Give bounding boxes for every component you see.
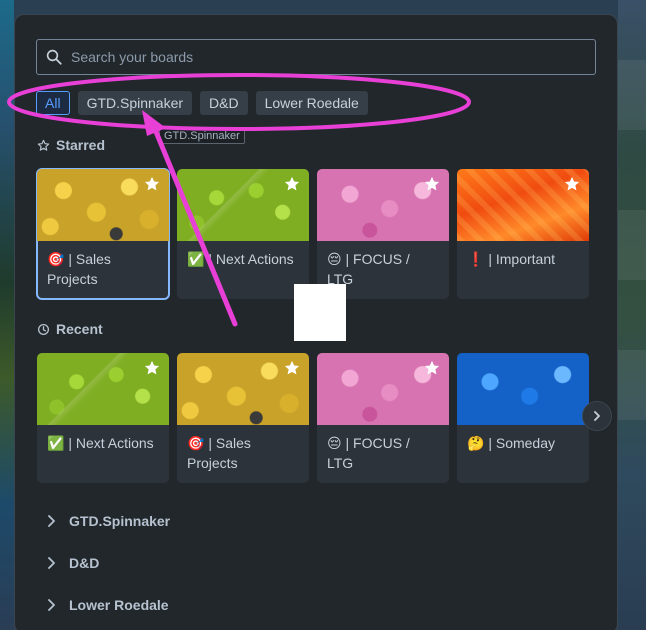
board-emoji: ❗ <box>467 251 485 267</box>
starred-heading-label: Starred <box>56 137 106 153</box>
clock-icon <box>37 323 50 335</box>
board-emoji: 🎯 <box>47 251 65 267</box>
starred-board-card[interactable]: ✅ | Next Actions <box>177 169 309 299</box>
board-thumbnail <box>317 353 449 425</box>
board-thumbnail <box>37 353 169 425</box>
star-icon[interactable] <box>423 175 441 193</box>
workspace-lower-roedale[interactable]: Lower Roedale <box>47 597 169 613</box>
board-emoji: 😔 <box>327 251 342 267</box>
board-title: 😔 | FOCUS / LTG <box>317 425 449 481</box>
board-emoji: 😔 <box>327 435 342 451</box>
recent-boards: ✅ | Next Actions 🎯 | Sales Projects 😔 | … <box>37 353 589 483</box>
board-thumbnail <box>457 353 589 425</box>
starred-board-card[interactable]: 😔 | FOCUS / LTG <box>317 169 449 299</box>
star-icon[interactable] <box>143 359 161 377</box>
starred-board-card[interactable]: 🎯 | Sales Projects <box>36 168 170 300</box>
workspace-dnd[interactable]: D&D <box>47 555 99 571</box>
starred-heading: Starred <box>37 137 105 153</box>
recent-board-card[interactable]: 🤔 | Someday <box>457 353 589 483</box>
board-emoji: 🎯 <box>187 435 205 451</box>
board-emoji: ✅ <box>47 435 65 451</box>
chevron-right-icon <box>594 411 600 421</box>
search-box[interactable] <box>36 39 596 75</box>
background-app-right <box>618 0 646 630</box>
chevron-right-icon <box>48 599 55 611</box>
workspace-filter: All GTD.Spinnaker D&D Lower Roedale <box>36 91 368 115</box>
star-icon[interactable] <box>283 359 301 377</box>
search-input[interactable] <box>63 40 595 74</box>
board-thumbnail <box>457 169 589 241</box>
board-name: | Next Actions <box>208 251 294 267</box>
search-icon <box>46 49 62 65</box>
board-title: ❗ | Important <box>457 241 589 277</box>
recent-board-card[interactable]: ✅ | Next Actions <box>37 353 169 483</box>
scroll-right-button[interactable] <box>582 401 612 431</box>
board-name: | Someday <box>488 435 555 451</box>
board-thumbnail <box>317 169 449 241</box>
board-thumbnail <box>177 353 309 425</box>
board-title: ✅ | Next Actions <box>37 425 169 461</box>
filter-dnd[interactable]: D&D <box>200 91 248 115</box>
board-title: 🎯 | Sales Projects <box>177 425 309 481</box>
star-outline-icon <box>37 139 50 151</box>
workspace-label: GTD.Spinnaker <box>69 513 171 529</box>
star-icon[interactable] <box>423 359 441 377</box>
background-app-left <box>0 0 14 630</box>
filter-tooltip: GTD.Spinnaker <box>159 128 245 144</box>
board-title: ✅ | Next Actions <box>177 241 309 277</box>
filter-gtd-spinnaker[interactable]: GTD.Spinnaker <box>77 91 193 115</box>
star-icon[interactable] <box>143 175 161 193</box>
star-icon[interactable] <box>283 175 301 193</box>
chevron-right-icon <box>48 515 55 527</box>
recent-heading: Recent <box>37 321 103 337</box>
workspace-label: D&D <box>69 555 100 571</box>
filter-all[interactable]: All <box>36 91 70 115</box>
board-name: | Important <box>488 251 555 267</box>
filter-lower-roedale[interactable]: Lower Roedale <box>255 91 368 115</box>
workspace-label: Lower Roedale <box>69 597 169 613</box>
board-name: | Next Actions <box>68 435 154 451</box>
chevron-right-icon <box>48 557 55 569</box>
starred-board-card[interactable]: ❗ | Important <box>457 169 589 299</box>
recent-board-card[interactable]: 😔 | FOCUS / LTG <box>317 353 449 483</box>
starred-boards: 🎯 | Sales Projects ✅ | Next Actions 😔 | … <box>36 168 589 300</box>
workspace-gtd-spinnaker[interactable]: GTD.Spinnaker <box>47 513 170 529</box>
board-thumbnail <box>37 169 169 241</box>
board-emoji: 🤔 <box>467 435 485 451</box>
star-icon[interactable] <box>563 175 581 193</box>
recent-board-card[interactable]: 🎯 | Sales Projects <box>177 353 309 483</box>
board-title: 🤔 | Someday <box>457 425 589 461</box>
board-title: 🎯 | Sales Projects <box>37 241 169 297</box>
recent-heading-label: Recent <box>56 321 103 337</box>
redaction-box <box>294 284 346 341</box>
board-thumbnail <box>177 169 309 241</box>
board-emoji: ✅ <box>187 251 205 267</box>
